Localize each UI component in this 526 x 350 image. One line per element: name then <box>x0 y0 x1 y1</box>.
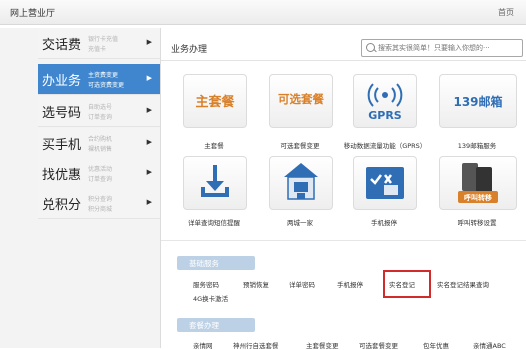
divider <box>161 240 526 241</box>
tile-label[interactable]: 详单查询短信提醒 <box>169 217 259 227</box>
tile-main-plan[interactable]: 主套餐 <box>183 74 247 128</box>
sidebar-sub-link[interactable]: 主资费变更 <box>88 70 118 79</box>
sidebar-item-buy-phone[interactable]: 买手机 合约购机 裸机销售 ▶ <box>38 128 160 159</box>
sidebar-sub-link[interactable]: 订单查询 <box>88 112 112 121</box>
sidebar-item-label: 兑积分 <box>42 198 82 213</box>
tile-optional-plan[interactable]: 可选套餐 <box>269 74 333 128</box>
tile-call-forward-text: 呼叫转移 <box>464 194 492 202</box>
sidebar: 交话费 银行卡充值 充值卡 ▶ 办业务 主资费变更 可选资费变更 ▶ 选号码 自… <box>0 28 160 348</box>
link-real-name-register[interactable]: 实名登记 <box>389 279 415 289</box>
link-cancel-restore[interactable]: 预销恢复 <box>243 279 269 289</box>
sidebar-item-business[interactable]: 办业务 主资费变更 可选资费变更 ▶ <box>38 64 160 95</box>
chevron-right-icon: ▶ <box>146 38 152 46</box>
tile-label[interactable]: 两城一家 <box>255 217 345 227</box>
tile-two-cities[interactable] <box>269 156 333 210</box>
tile-call-forward[interactable]: 呼叫转移 <box>439 156 517 210</box>
page-title: 业务办理 <box>171 45 208 55</box>
sidebar-sub-link[interactable]: 充值卡 <box>88 44 106 53</box>
link-optional-plan-change[interactable]: 可选套餐变更 <box>359 340 398 350</box>
top-bar: 网上营业厅 首页 <box>0 0 526 25</box>
tile-optional-plan-text: 可选套餐 <box>278 92 324 106</box>
section-title: 基础服务 <box>189 259 219 268</box>
sidebar-item-label: 买手机 <box>42 138 82 153</box>
chevron-right-icon: ▶ <box>146 138 152 146</box>
section-basic-services: 基础服务 <box>177 256 255 270</box>
sidebar-sub-link[interactable]: 订单查询 <box>88 174 112 183</box>
chevron-right-icon: ▶ <box>146 106 152 114</box>
search-input[interactable] <box>378 41 518 54</box>
tile-label[interactable]: 手机报停 <box>339 217 429 227</box>
link-real-name-result[interactable]: 实名登记结果查询 <box>437 279 489 289</box>
search-icon[interactable] <box>366 43 375 52</box>
chevron-right-icon: ▶ <box>146 74 152 82</box>
sidebar-sub-link[interactable]: 积分商城 <box>88 204 112 213</box>
sidebar-item-pay-bill[interactable]: 交话费 银行卡充值 充值卡 ▶ <box>38 28 160 59</box>
house-phone-icon <box>284 163 318 200</box>
link-service-password[interactable]: 服务密码 <box>193 279 219 289</box>
main-header: 业务办理 <box>161 36 526 61</box>
sidebar-item-offers[interactable]: 找优惠 优惠活动 订单查询 ▶ <box>38 158 160 189</box>
sidebar-item-points[interactable]: 兑积分 积分查询 积分商城 ▶ <box>38 188 160 219</box>
tile-139-mail-text: 139邮箱 <box>453 95 503 109</box>
tile-label[interactable]: 主套餐 <box>169 140 259 150</box>
tile-label[interactable]: 139邮箱服务 <box>432 140 522 150</box>
tile-phone-suspend[interactable] <box>353 156 417 210</box>
section-title: 套餐办理 <box>189 321 219 330</box>
sidebar-item-label: 找优惠 <box>42 168 82 183</box>
main-panel: 业务办理 主套餐 主套餐 可选套餐 可选套餐变更 GPRS 移动数据流量功能（G… <box>160 28 526 350</box>
tile-bill-sms[interactable] <box>183 156 247 210</box>
link-family-abc[interactable]: 亲情通ABC <box>473 340 506 350</box>
tile-gprs[interactable]: GPRS <box>353 74 417 128</box>
link-family-network[interactable]: 亲情网 <box>193 340 213 350</box>
site-title: 网上营业厅 <box>10 9 56 19</box>
tile-main-plan-text: 主套餐 <box>195 95 235 110</box>
tile-label[interactable]: 可选套餐变更 <box>255 140 345 150</box>
sidebar-sub-link[interactable]: 优惠活动 <box>88 164 112 173</box>
tile-label[interactable]: 移动数据流量功能（GPRS） <box>337 140 433 150</box>
home-link[interactable]: 首页 <box>498 7 514 18</box>
sidebar-sub-link[interactable]: 银行卡充值 <box>88 34 118 43</box>
tile-gprs-text: GPRS <box>368 109 402 122</box>
sidebar-sub-link[interactable]: 合约购机 <box>88 134 112 143</box>
search-box[interactable] <box>361 39 523 57</box>
link-bill-password[interactable]: 详单密码 <box>289 279 315 289</box>
phone-check-icon <box>366 167 404 199</box>
download-icon <box>201 165 229 197</box>
sidebar-item-choose-number[interactable]: 选号码 自助选号 订单查询 ▶ <box>38 96 160 127</box>
chevron-right-icon: ▶ <box>146 198 152 206</box>
sidebar-sub-link[interactable]: 自助选号 <box>88 102 112 111</box>
link-szx-plan[interactable]: 神州行自选套餐 <box>233 340 279 350</box>
tile-label[interactable]: 呼叫转移设置 <box>432 217 522 227</box>
section-plans: 套餐办理 <box>177 318 255 332</box>
sidebar-item-label: 选号码 <box>42 106 82 121</box>
link-phone-suspend[interactable]: 手机报停 <box>337 279 363 289</box>
chevron-right-icon: ▶ <box>146 168 152 176</box>
sidebar-sub-link[interactable]: 裸机销售 <box>88 144 112 153</box>
link-annual-offer[interactable]: 包年优惠 <box>423 340 449 350</box>
link-4g-card-activate[interactable]: 4G换卡激活 <box>193 293 228 303</box>
sidebar-sub-link[interactable]: 可选资费变更 <box>88 80 124 89</box>
sidebar-item-label: 办业务 <box>42 74 82 89</box>
sidebar-sub-link[interactable]: 积分查询 <box>88 194 112 203</box>
sidebar-item-label: 交话费 <box>42 38 82 53</box>
tile-139-mail[interactable]: 139邮箱 <box>439 74 517 128</box>
link-main-plan-change[interactable]: 主套餐变更 <box>306 340 339 350</box>
